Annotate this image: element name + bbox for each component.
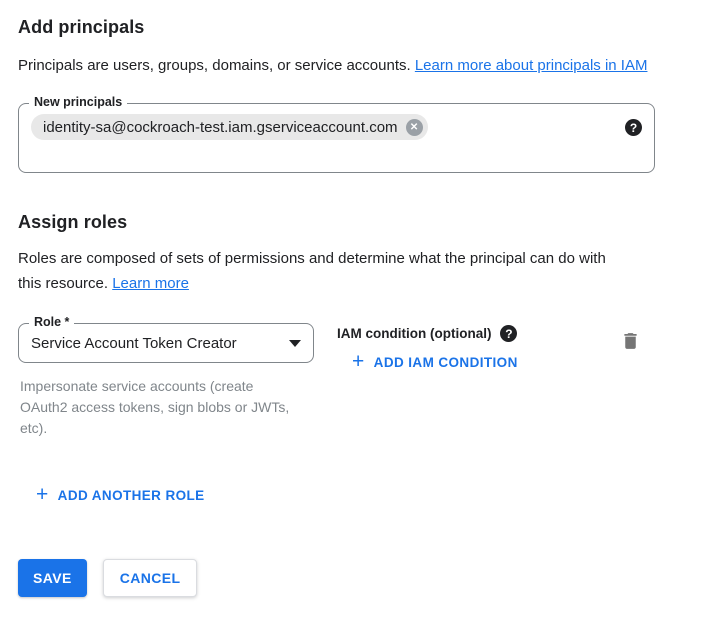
intro-text-static: Principals are users, groups, domains, o… [18, 57, 415, 74]
delete-role-button[interactable] [620, 330, 641, 352]
principal-chip: identity-sa@cockroach-test.iam.gservicea… [31, 114, 428, 140]
add-another-role-label: ADD ANOTHER ROLE [58, 488, 205, 503]
learn-more-roles-link[interactable]: Learn more [112, 275, 189, 292]
role-helper-text: Impersonate service accounts (create OAu… [20, 376, 302, 439]
trash-icon [620, 330, 641, 352]
iam-condition-help-icon[interactable]: ? [500, 325, 517, 342]
role-select[interactable]: Role * Service Account Token Creator [18, 323, 314, 363]
roles-description: Roles are composed of sets of permission… [18, 246, 618, 296]
assign-roles-title: Assign roles [18, 212, 713, 233]
learn-more-principals-link[interactable]: Learn more about principals in IAM [415, 57, 648, 74]
role-row: Role * Service Account Token Creator Imp… [18, 323, 655, 439]
page-title: Add principals [18, 17, 713, 38]
new-principals-field[interactable]: New principals identity-sa@cockroach-tes… [18, 103, 655, 173]
role-column: Role * Service Account Token Creator Imp… [18, 323, 314, 439]
save-button[interactable]: SAVE [18, 559, 87, 597]
iam-condition-column: IAM condition (optional) ? + ADD IAM CON… [337, 323, 518, 373]
principals-help-icon[interactable]: ? [625, 119, 642, 136]
plus-icon: + [36, 486, 49, 504]
cancel-button[interactable]: CANCEL [103, 559, 198, 597]
roles-description-static: Roles are composed of sets of permission… [18, 250, 606, 292]
iam-condition-label-row: IAM condition (optional) ? [337, 325, 518, 342]
role-label: Role * [29, 315, 74, 329]
principal-chip-value: identity-sa@cockroach-test.iam.gservicea… [43, 119, 398, 136]
new-principals-inner: identity-sa@cockroach-test.iam.gservicea… [19, 104, 654, 140]
dialog-actions: SAVE CANCEL [18, 559, 713, 597]
add-iam-condition-button[interactable]: + ADD IAM CONDITION [352, 353, 518, 371]
plus-icon: + [352, 353, 365, 371]
chip-remove-icon[interactable]: ✕ [406, 119, 423, 136]
role-selected-value: Service Account Token Creator [31, 335, 281, 352]
new-principals-label: New principals [29, 95, 127, 109]
iam-condition-label: IAM condition (optional) [337, 326, 491, 341]
intro-text: Principals are users, groups, domains, o… [18, 53, 668, 78]
dropdown-arrow-icon [289, 340, 301, 347]
add-another-role-button[interactable]: + ADD ANOTHER ROLE [36, 486, 205, 504]
add-principals-panel: Add principals Principals are users, gro… [0, 0, 713, 597]
add-iam-condition-label: ADD IAM CONDITION [374, 355, 518, 370]
